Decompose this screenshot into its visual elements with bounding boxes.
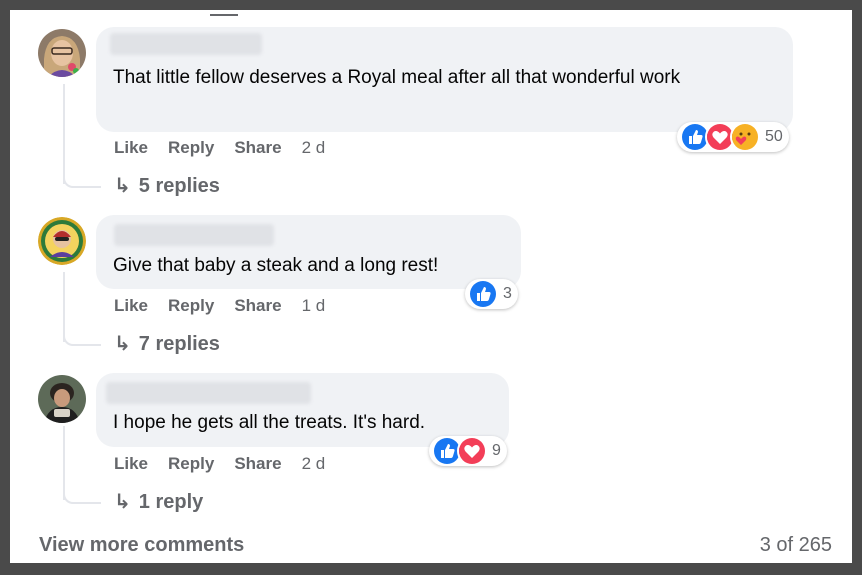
like-button[interactable]: Like	[114, 296, 148, 315]
replies-label: 7 replies	[138, 333, 220, 355]
view-replies-link[interactable]: ↳ 7 replies	[114, 331, 220, 356]
comment-count: 3 of 265	[759, 534, 832, 556]
avatar[interactable]	[38, 375, 86, 423]
comment-text: Give that baby a steak and a long rest!	[113, 255, 439, 276]
reply-button[interactable]: Reply	[168, 454, 214, 473]
like-button[interactable]: Like	[114, 138, 148, 157]
reply-arrow-icon: ↳	[114, 333, 131, 355]
reactions-summary[interactable]: 3	[465, 279, 518, 309]
comment-text: I hope he gets all the treats. It's hard…	[113, 412, 426, 433]
comments-panel: That little fellow deserves a Royal meal…	[10, 10, 852, 563]
thread-line	[63, 474, 101, 504]
reactions-summary[interactable]: 9	[429, 436, 507, 466]
redacted-author-name	[110, 33, 262, 55]
share-button[interactable]: Share	[234, 138, 281, 157]
reaction-count: 3	[503, 285, 512, 302]
view-more-comments-link[interactable]: View more comments	[39, 534, 244, 557]
reply-button[interactable]: Reply	[168, 138, 214, 157]
replies-label: 5 replies	[138, 175, 220, 197]
like-icon	[468, 279, 498, 309]
thread-line	[63, 316, 101, 346]
share-button[interactable]: Share	[234, 454, 281, 473]
comment-bubble: That little fellow deserves a Royal meal…	[96, 27, 793, 132]
reply-arrow-icon: ↳	[114, 175, 131, 197]
avatar[interactable]	[38, 29, 86, 77]
love-icon	[457, 436, 487, 466]
reply-arrow-icon: ↳	[114, 491, 131, 513]
comment-bubble: Give that baby a steak and a long rest!	[96, 215, 521, 289]
reply-button[interactable]: Reply	[168, 296, 214, 315]
like-button[interactable]: Like	[114, 454, 148, 473]
view-replies-link[interactable]: ↳ 5 replies	[114, 173, 220, 198]
divider	[210, 10, 238, 16]
redacted-author-name	[114, 224, 274, 246]
avatar[interactable]	[38, 217, 86, 265]
care-icon	[730, 122, 760, 152]
comment-actions: Like Reply Share 2 d	[114, 454, 345, 474]
reactions-summary[interactable]: 50	[677, 122, 789, 152]
comment-actions: Like Reply Share 2 d	[114, 138, 345, 158]
timestamp[interactable]: 2 d	[302, 138, 326, 157]
comment-text: That little fellow deserves a Royal meal…	[113, 67, 681, 88]
comment-actions: Like Reply Share 1 d	[114, 296, 345, 316]
timestamp[interactable]: 1 d	[302, 296, 326, 315]
reaction-count: 9	[492, 442, 501, 459]
redacted-author-name	[106, 382, 311, 404]
replies-label: 1 reply	[138, 491, 204, 513]
thread-line	[63, 160, 101, 188]
share-button[interactable]: Share	[234, 296, 281, 315]
reaction-count: 50	[765, 128, 783, 145]
timestamp[interactable]: 2 d	[302, 454, 326, 473]
view-replies-link[interactable]: ↳ 1 reply	[114, 489, 203, 514]
